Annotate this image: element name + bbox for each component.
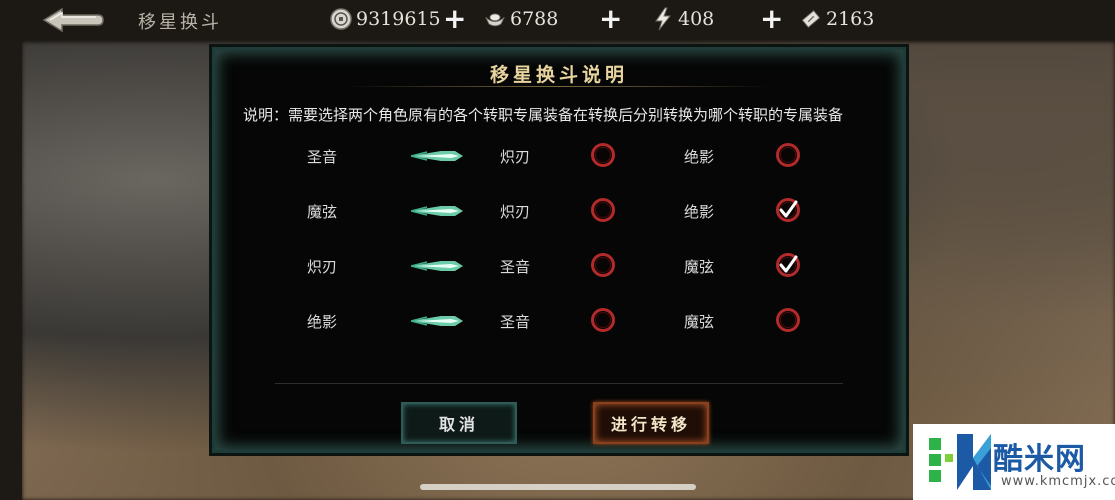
option-a-label: 圣音 (500, 258, 531, 276)
option-a-radio[interactable] (590, 197, 615, 222)
transfer-row: 魔弦 炽刃 绝影 (215, 197, 903, 227)
resource-coin: 9319615 (330, 6, 441, 32)
back-arrow-icon (42, 7, 104, 33)
source-class-label: 炽刃 (307, 258, 338, 276)
cancel-button[interactable]: 取消 (401, 402, 517, 444)
silver-value: 6788 (510, 8, 559, 30)
kmw-logo-icon (929, 434, 991, 490)
resource-silver: 6788 (484, 6, 558, 32)
option-b-label: 魔弦 (684, 258, 715, 276)
source-class-label: 魔弦 (307, 203, 338, 221)
ticket-value: 2163 (826, 8, 875, 30)
add-stamina-button[interactable]: + (760, 4, 783, 34)
option-b-label: 绝影 (684, 203, 715, 221)
option-b-radio[interactable] (775, 197, 800, 222)
option-a-label: 圣音 (500, 313, 531, 331)
option-a-label: 炽刃 (500, 203, 531, 221)
confirm-transfer-button[interactable]: 进行转移 (593, 402, 709, 444)
silver-ingot-icon (484, 8, 506, 30)
screen-title: 移星换斗 (138, 12, 222, 33)
transfer-row: 炽刃 圣音 魔弦 (215, 252, 903, 282)
option-b-radio[interactable] (775, 252, 800, 277)
source-class-label: 绝影 (307, 313, 338, 331)
option-a-radio[interactable] (590, 252, 615, 277)
arrow-right-icon (410, 148, 463, 164)
option-b-label: 绝影 (684, 148, 715, 166)
top-bar: 移星换斗 9319615 + 6788 + 408 + 2163 (0, 0, 1115, 40)
transfer-row: 圣音 炽刃 绝影 (215, 142, 903, 172)
dialog-description: 说明：需要选择两个角色原有的各个转职专属装备在转换后分别转换为哪个转职的专属装备 (243, 106, 844, 124)
dialog-title-wrap: 移星换斗说明 (215, 60, 903, 87)
watermark-url: www.kmcmjx.com (1001, 474, 1115, 489)
transfer-row: 绝影 圣音 魔弦 (215, 307, 903, 337)
dialog-divider (275, 383, 843, 384)
option-a-radio[interactable] (590, 307, 615, 332)
option-b-label: 魔弦 (684, 313, 715, 331)
arrow-right-icon (410, 258, 463, 274)
add-silver-button[interactable]: + (599, 4, 622, 34)
resource-stamina: 408 (652, 6, 714, 32)
source-class-label: 圣音 (307, 148, 338, 166)
option-b-radio[interactable] (775, 307, 800, 332)
site-watermark-logo: 酷米网 www.kmcmjx.com (913, 424, 1115, 500)
coin-value: 9319615 (356, 8, 441, 30)
arrow-right-icon (410, 313, 463, 329)
back-button[interactable] (40, 6, 106, 34)
watermark-name: 酷米网 (993, 442, 1086, 477)
option-a-label: 炽刃 (500, 148, 531, 166)
background-edge (0, 40, 22, 500)
resource-ticket: 2163 (800, 6, 874, 32)
dialog-title: 移星换斗说明 (489, 64, 628, 86)
transfer-explanation-dialog: 移星换斗说明 说明：需要选择两个角色原有的各个转职专属装备在转换后分别转换为哪个… (212, 47, 906, 453)
coin-icon (330, 8, 352, 30)
option-b-radio[interactable] (775, 142, 800, 167)
stamina-lightning-icon (652, 7, 674, 31)
option-a-radio[interactable] (590, 142, 615, 167)
title-divider (345, 86, 773, 87)
ticket-icon (800, 8, 822, 30)
stamina-value: 408 (678, 8, 715, 30)
home-indicator[interactable] (420, 484, 696, 490)
arrow-right-icon (410, 203, 463, 219)
add-coin-button[interactable]: + (443, 4, 466, 34)
